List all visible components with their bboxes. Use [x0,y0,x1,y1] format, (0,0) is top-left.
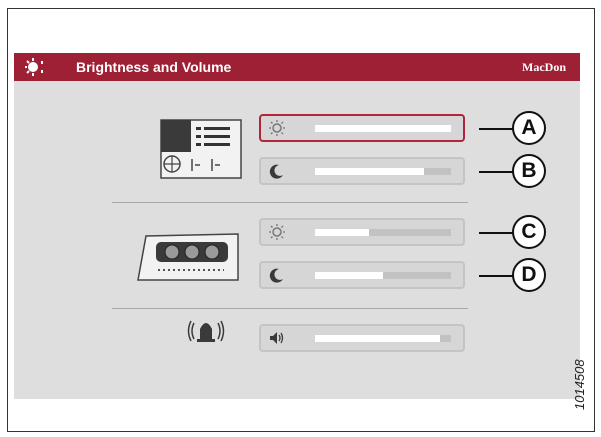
slider-track[interactable] [315,272,451,279]
slider-fill [315,125,451,132]
title-bar: Brightness and Volume MacDon [14,53,580,81]
alarm-volume-slider[interactable] [259,324,465,352]
callout-leader-line [479,171,513,173]
callout-c: C [512,215,546,249]
brightness-volume-screen: Brightness and Volume MacDon [14,53,580,399]
callout-leader-line [479,128,513,130]
sun-icon [269,120,285,136]
brand-logo: MacDon [522,60,566,74]
figure-number: 1014508 [572,359,587,410]
moon-icon [269,268,283,283]
brightness-settings-icon [25,58,43,76]
callout-b: B [512,154,546,188]
alarm-bell-icon [187,320,225,342]
console-panel-icon [160,119,242,179]
callout-leader-line [479,275,513,277]
slider-fill [315,229,370,236]
console-night-brightness-slider[interactable] [259,157,465,185]
slider-track[interactable] [315,168,451,175]
slider-track[interactable] [315,335,451,342]
display-day-brightness-slider[interactable] [259,218,465,246]
display-night-brightness-slider[interactable] [259,261,465,289]
slider-fill [315,272,383,279]
slider-fill [315,335,441,342]
slider-track[interactable] [315,229,451,236]
slider-track[interactable] [315,125,451,132]
console-day-brightness-slider[interactable] [259,114,465,142]
sun-icon [269,224,285,240]
callout-leader-line [479,232,513,234]
callout-d: D [512,258,546,292]
moon-icon [269,164,283,179]
section-divider [112,202,468,203]
callout-a: A [512,111,546,145]
slider-fill [315,168,424,175]
speaker-icon [270,332,284,344]
cab-display-icon [137,233,239,281]
section-divider [112,308,468,309]
page-title: Brightness and Volume [76,59,232,75]
